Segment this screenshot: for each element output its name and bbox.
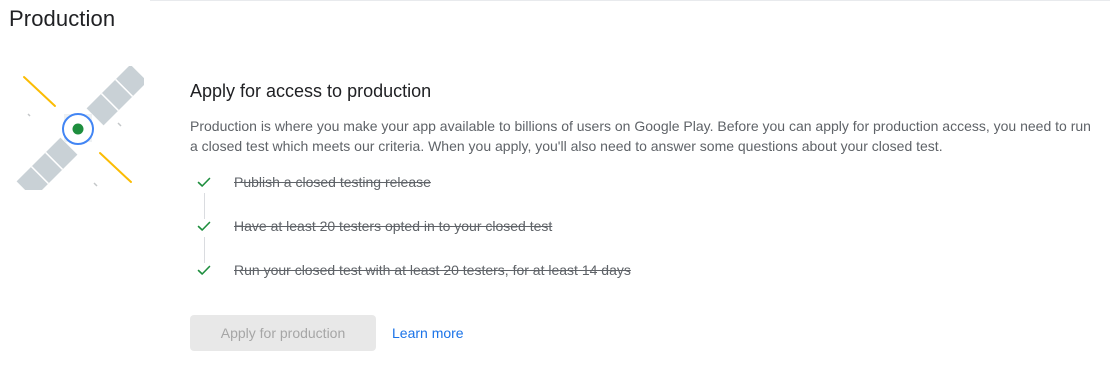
checkmark-icon	[197, 221, 211, 231]
satellite-icon	[16, 64, 148, 199]
checklist-item-label: Publish a closed testing release	[234, 174, 431, 190]
requirements-checklist: Publish a closed testing release Have at…	[196, 173, 1100, 305]
card-heading: Apply for access to production	[190, 81, 432, 101]
checkmark-icon	[197, 177, 211, 187]
checklist-item-label: Have at least 20 testers opted in to you…	[234, 218, 553, 234]
top-divider	[150, 0, 1110, 1]
card-description: Production is where you make your app av…	[190, 118, 1091, 154]
checklist-item: Publish a closed testing release	[196, 173, 1100, 217]
checklist-item: Run your closed test with at least 20 te…	[196, 261, 1100, 305]
production-page: Production Apply for access to productio…	[0, 0, 1110, 365]
satellite-illustration	[14, 64, 148, 199]
learn-more-link[interactable]: Learn more	[392, 325, 464, 341]
checklist-item: Have at least 20 testers opted in to you…	[196, 217, 1100, 261]
production-access-card: Apply for access to production Productio…	[190, 79, 1100, 305]
apply-for-production-button[interactable]: Apply for production	[190, 315, 376, 351]
page-title: Production	[9, 6, 116, 31]
checklist-item-label: Run your closed test with at least 20 te…	[234, 262, 631, 278]
checkmark-icon	[197, 265, 211, 275]
card-actions: Apply for production Learn more	[190, 315, 464, 351]
